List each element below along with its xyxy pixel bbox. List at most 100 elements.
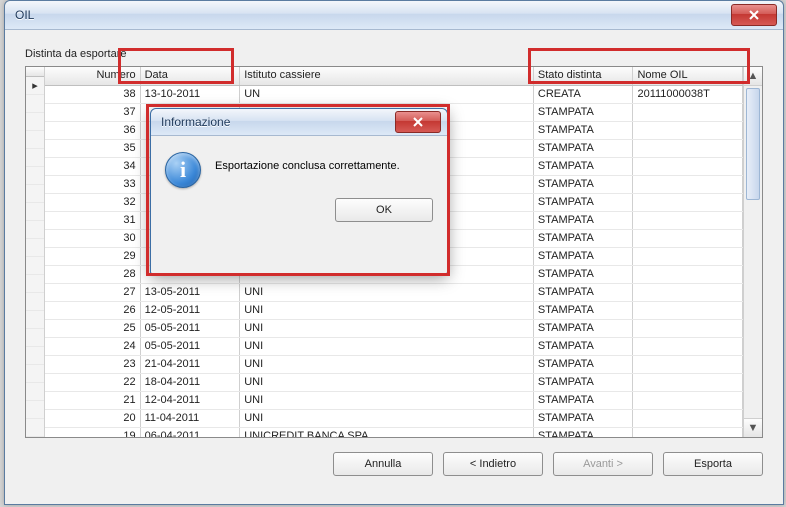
cell-data: 12-04-2011 — [141, 392, 241, 409]
col-numero[interactable]: Numero — [45, 67, 141, 85]
cell-stato: STAMPATA — [534, 230, 634, 247]
info-dialog: Informazione i Esportazione conclusa cor… — [150, 108, 448, 274]
cell-stato: STAMPATA — [534, 374, 634, 391]
row-selector[interactable] — [26, 329, 44, 347]
scroll-thumb[interactable] — [746, 88, 760, 200]
row-selector[interactable] — [26, 203, 44, 221]
table-row[interactable]: 2321-04-2011UNISTAMPATA — [45, 356, 743, 374]
cell-istituto: UN — [240, 86, 534, 103]
cell-numero: 26 — [45, 302, 141, 319]
row-selector[interactable] — [26, 239, 44, 257]
cell-nome — [633, 122, 743, 139]
row-selector[interactable] — [26, 365, 44, 383]
cell-stato: STAMPATA — [534, 284, 634, 301]
cell-nome — [633, 176, 743, 193]
cell-numero: 34 — [45, 158, 141, 175]
table-row[interactable]: 2713-05-2011UNISTAMPATA — [45, 284, 743, 302]
dialog-titlebar[interactable]: Informazione — [151, 109, 447, 136]
cancel-button[interactable]: Annulla — [333, 452, 433, 476]
cell-stato: STAMPATA — [534, 194, 634, 211]
table-row[interactable]: 2612-05-2011UNISTAMPATA — [45, 302, 743, 320]
row-selector[interactable] — [26, 401, 44, 419]
row-selector[interactable] — [26, 383, 44, 401]
cell-istituto: UNI — [240, 374, 534, 391]
cell-stato: STAMPATA — [534, 266, 634, 283]
cell-nome — [633, 248, 743, 265]
cell-stato: STAMPATA — [534, 302, 634, 319]
row-selector[interactable] — [26, 221, 44, 239]
cell-numero: 35 — [45, 140, 141, 157]
cell-stato: CREATA — [534, 86, 634, 103]
row-selector[interactable]: ▸ — [26, 77, 44, 95]
table-row[interactable]: 2218-04-2011UNISTAMPATA — [45, 374, 743, 392]
cell-nome — [633, 230, 743, 247]
row-selector[interactable] — [26, 347, 44, 365]
cell-data: 18-04-2011 — [141, 374, 241, 391]
table-row[interactable]: 2505-05-2011UNISTAMPATA — [45, 320, 743, 338]
row-selector[interactable] — [26, 167, 44, 185]
next-button: Avanti > — [553, 452, 653, 476]
cell-nome — [633, 158, 743, 175]
cell-numero: 27 — [45, 284, 141, 301]
cell-stato: STAMPATA — [534, 356, 634, 373]
dialog-close-button[interactable] — [395, 111, 441, 133]
cell-numero: 19 — [45, 428, 141, 437]
row-selector[interactable] — [26, 95, 44, 113]
vertical-scrollbar[interactable]: ▲ ▼ — [743, 67, 762, 437]
cell-nome — [633, 356, 743, 373]
cell-nome — [633, 410, 743, 427]
col-istituto[interactable]: Istituto cassiere — [240, 67, 534, 85]
row-selector[interactable] — [26, 419, 44, 437]
row-selector[interactable] — [26, 185, 44, 203]
scroll-up-button[interactable]: ▲ — [744, 67, 762, 86]
cell-stato: STAMPATA — [534, 122, 634, 139]
back-button[interactable]: < Indietro — [443, 452, 543, 476]
cell-data: 13-10-2011 — [141, 86, 241, 103]
row-selector[interactable] — [26, 149, 44, 167]
cell-stato: STAMPATA — [534, 428, 634, 437]
info-icon: i — [165, 152, 201, 188]
table-row[interactable]: 3813-10-2011UNCREATA20111000038T — [45, 86, 743, 104]
scroll-track[interactable] — [744, 86, 762, 418]
grid-header: Numero Data Istituto cassiere Stato dist… — [45, 67, 743, 86]
cell-numero: 36 — [45, 122, 141, 139]
row-selector[interactable] — [26, 275, 44, 293]
cell-data: 11-04-2011 — [141, 410, 241, 427]
col-nome[interactable]: Nome OIL — [633, 67, 743, 85]
cell-istituto: UNI — [240, 302, 534, 319]
cell-data: 12-05-2011 — [141, 302, 241, 319]
cell-numero: 31 — [45, 212, 141, 229]
table-row[interactable]: 2011-04-2011UNISTAMPATA — [45, 410, 743, 428]
table-row[interactable]: 1906-04-2011UNICREDIT BANCA SPASTAMPATA — [45, 428, 743, 437]
cell-nome — [633, 140, 743, 157]
cell-nome — [633, 266, 743, 283]
row-selector[interactable] — [26, 311, 44, 329]
row-selector[interactable] — [26, 257, 44, 275]
cell-data: 05-05-2011 — [141, 320, 241, 337]
ok-button[interactable]: OK — [335, 198, 433, 222]
row-selector[interactable] — [26, 113, 44, 131]
cell-numero: 30 — [45, 230, 141, 247]
cell-istituto: UNI — [240, 284, 534, 301]
cell-numero: 33 — [45, 176, 141, 193]
titlebar[interactable]: OIL — [5, 1, 783, 30]
cell-istituto: UNI — [240, 410, 534, 427]
close-icon — [413, 117, 423, 127]
cell-istituto: UNI — [240, 392, 534, 409]
export-button[interactable]: Esporta — [663, 452, 763, 476]
row-selector[interactable] — [26, 131, 44, 149]
cell-istituto: UNI — [240, 320, 534, 337]
cell-stato: STAMPATA — [534, 176, 634, 193]
table-row[interactable]: 2405-05-2011UNISTAMPATA — [45, 338, 743, 356]
close-button[interactable] — [731, 4, 777, 26]
col-data[interactable]: Data — [141, 67, 241, 85]
col-stato[interactable]: Stato distinta — [534, 67, 634, 85]
cell-stato: STAMPATA — [534, 140, 634, 157]
cell-numero: 38 — [45, 86, 141, 103]
cell-istituto: UNICREDIT BANCA SPA — [240, 428, 534, 437]
row-selector[interactable] — [26, 293, 44, 311]
table-row[interactable]: 2112-04-2011UNISTAMPATA — [45, 392, 743, 410]
scroll-down-button[interactable]: ▼ — [744, 418, 762, 437]
section-caption: Distinta da esportare — [25, 48, 763, 60]
cell-numero: 23 — [45, 356, 141, 373]
